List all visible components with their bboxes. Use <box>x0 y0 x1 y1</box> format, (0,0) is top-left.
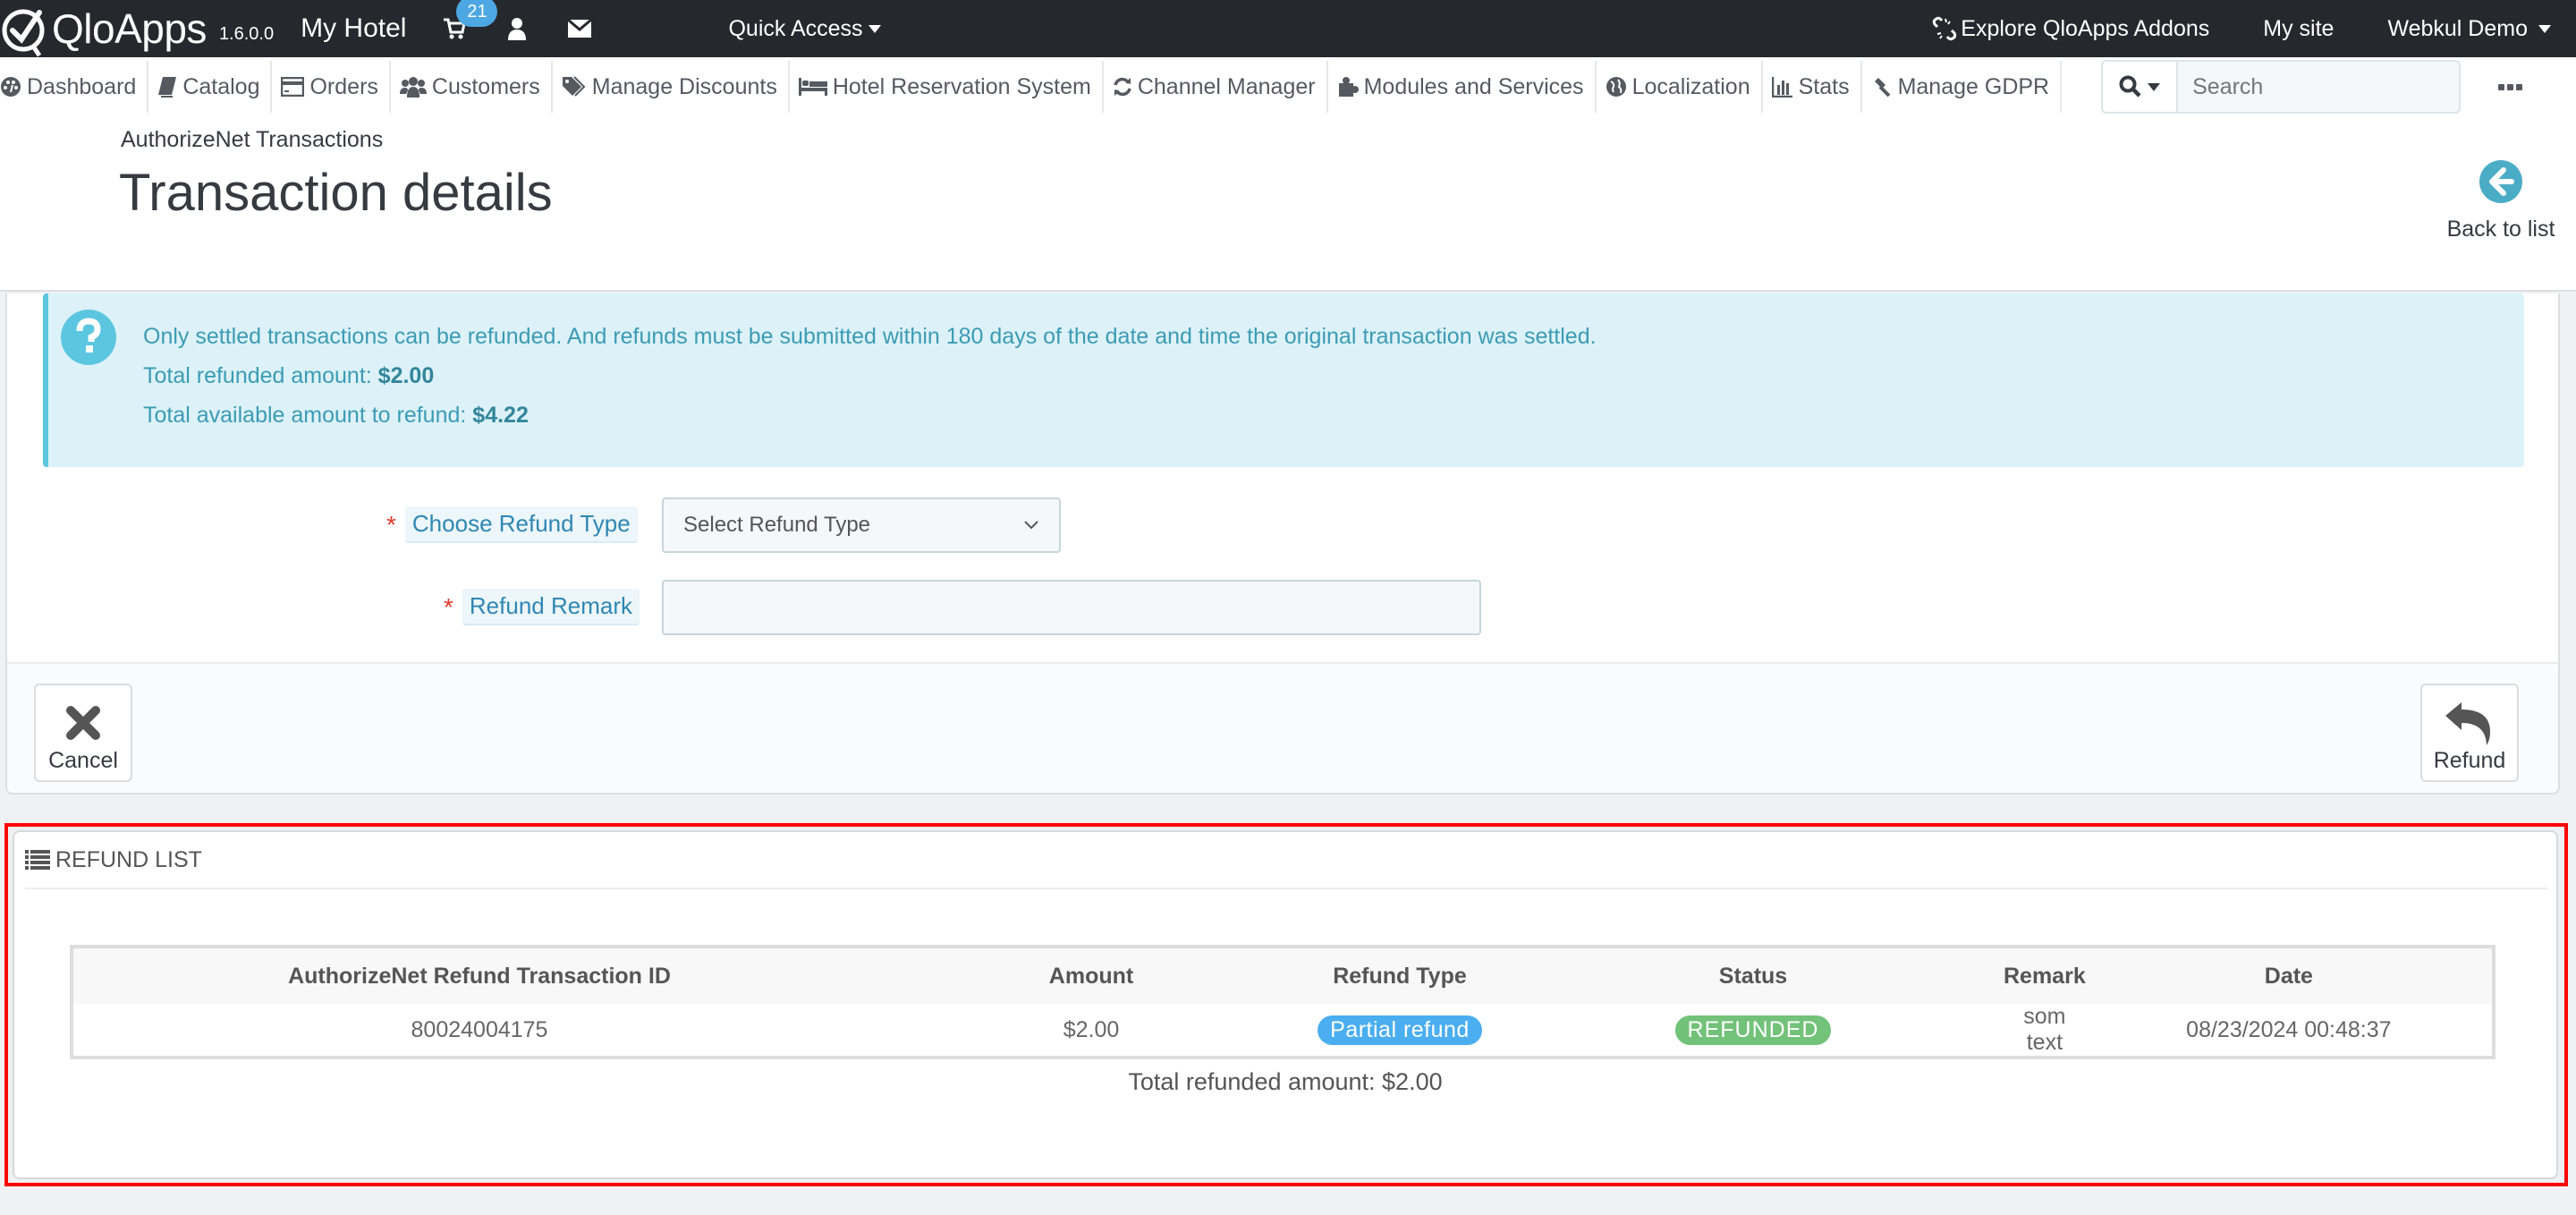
back-to-list-label: Back to list <box>2446 217 2555 242</box>
refund-remark-row: * Refund Remark <box>444 589 640 625</box>
nav-item-manage-gdpr[interactable]: Manage GDPR <box>1871 61 2063 113</box>
search-icon <box>2119 75 2141 98</box>
puzzle-icon <box>1337 76 1359 98</box>
nav-item-channel-manager[interactable]: Channel Manager <box>1113 61 1328 113</box>
caret-down-icon <box>2148 82 2161 91</box>
refund-type-selected: Select Refund Type <box>683 513 871 537</box>
quick-access-dropdown[interactable]: Quick Access <box>728 15 881 42</box>
bed-icon <box>798 78 827 96</box>
nav-item-localization[interactable]: Localization <box>1606 61 1763 113</box>
refunded-amount-value: $2.00 <box>377 363 435 388</box>
nav-item-customers[interactable]: Customers <box>399 61 553 113</box>
top-header-bar: QloApps 1.6.0.0 My Hotel 21 Quick Access <box>0 0 2576 57</box>
breadcrumb[interactable]: AuthorizeNet Transactions <box>121 127 383 153</box>
info-alert: Only settled transactions can be refunde… <box>43 293 2524 467</box>
refund-label: Refund <box>2433 748 2506 773</box>
nav-item-catalog[interactable]: Catalog <box>157 61 273 113</box>
refund-button[interactable]: Refund <box>2420 684 2519 782</box>
nav-label: Stats <box>1798 73 1850 99</box>
employee-name: Webkul Demo <box>2387 15 2528 41</box>
message-notifications[interactable] <box>565 14 594 43</box>
nav-item-orders[interactable]: Orders <box>281 61 391 113</box>
arrow-circle-left-icon <box>2479 159 2523 204</box>
version-label: 1.6.0.0 <box>218 23 275 44</box>
page-header: AuthorizeNet Transactions Transaction de… <box>0 116 2576 292</box>
chevron-down-icon <box>1024 521 1038 530</box>
nav-item-hotel-reservation-system[interactable]: Hotel Reservation System <box>798 61 1104 113</box>
refund-type-select[interactable]: Select Refund Type <box>662 497 1061 553</box>
explore-addons-link[interactable]: Explore QloApps Addons <box>1932 16 2209 42</box>
dashboard-icon <box>0 76 21 98</box>
nav-label: Catalog <box>182 73 260 99</box>
refund-remark-input[interactable] <box>662 580 1481 635</box>
required-asterisk: * <box>386 510 396 539</box>
book-icon <box>157 76 177 98</box>
nav-label: Orders <box>309 73 378 99</box>
nav-label: Localization <box>1631 73 1750 99</box>
globe-icon <box>1606 76 1627 98</box>
brand-name: QloApps <box>52 5 207 52</box>
alert-available-amount: Total available amount to refund: $4.22 <box>143 403 529 428</box>
caret-down-icon <box>2538 24 2551 33</box>
more-menu-icon[interactable] <box>2498 83 2523 90</box>
page-title: Transaction details <box>119 164 553 222</box>
required-asterisk: * <box>444 592 453 621</box>
tags-icon <box>562 76 587 98</box>
refund-type-row: * Choose Refund Type <box>386 506 638 543</box>
nav-label: Manage Discounts <box>591 73 777 99</box>
nav-label: Dashboard <box>27 73 137 99</box>
question-circle-icon <box>61 310 116 365</box>
customer-notifications[interactable] <box>503 14 531 43</box>
users-icon <box>399 76 427 98</box>
available-amount-value: $4.22 <box>472 403 529 428</box>
nav-item-dashboard[interactable]: Dashboard <box>0 61 149 113</box>
qloapps-logo-icon <box>0 4 50 57</box>
main-navigation: Dashboard Catalog Orders Customers Manag… <box>0 57 2576 116</box>
close-icon <box>36 698 131 748</box>
credit-card-icon <box>281 77 305 97</box>
user-icon <box>508 18 527 40</box>
cart-count-badge: 21 <box>456 0 498 27</box>
brand-logo[interactable]: QloApps 1.6.0.0 <box>0 0 274 57</box>
reply-icon <box>2422 698 2517 748</box>
cart-notifications[interactable]: 21 <box>440 0 498 43</box>
shop-name-link[interactable]: My Hotel <box>301 13 406 44</box>
quick-access-label: Quick Access <box>728 15 863 41</box>
alert-refunded-amount: Total refunded amount: $2.00 <box>143 363 435 388</box>
refund-type-label: Choose Refund Type <box>404 506 638 543</box>
explore-addons-label: Explore QloApps Addons <box>1961 15 2210 41</box>
nav-item-stats[interactable]: Stats <box>1771 61 1862 113</box>
highlight-frame <box>4 823 2568 1186</box>
nav-label: Hotel Reservation System <box>832 73 1091 99</box>
bar-chart-icon <box>1771 76 1793 98</box>
alert-message: Only settled transactions can be refunde… <box>143 324 1597 349</box>
search-type-dropdown[interactable] <box>2101 60 2177 114</box>
header-search <box>2101 60 2462 114</box>
nav-item-modules-and-services[interactable]: Modules and Services <box>1337 61 1597 113</box>
employee-menu[interactable]: Webkul Demo <box>2387 16 2551 42</box>
gavel-icon <box>1871 76 1893 98</box>
caret-down-icon <box>868 24 881 33</box>
search-input[interactable] <box>2176 60 2462 114</box>
refresh-icon <box>1113 76 1132 98</box>
cancel-button[interactable]: Cancel <box>34 684 132 782</box>
envelope-icon <box>567 19 593 38</box>
refund-form-panel: Only settled transactions can be refunde… <box>5 293 2560 794</box>
nav-label: Manage GDPR <box>1897 73 2050 99</box>
nav-label: Customers <box>431 73 540 99</box>
refund-remark-label: Refund Remark <box>462 589 640 625</box>
nav-item-manage-discounts[interactable]: Manage Discounts <box>562 61 790 113</box>
nav-label: Channel Manager <box>1137 73 1316 99</box>
chain-broken-icon <box>1933 16 1957 41</box>
cancel-label: Cancel <box>48 748 118 773</box>
back-to-list-button[interactable]: Back to list <box>2445 159 2556 242</box>
nav-label: Modules and Services <box>1363 73 1584 99</box>
form-footer: Cancel Refund <box>7 662 2558 793</box>
my-site-link[interactable]: My site <box>2263 16 2334 42</box>
